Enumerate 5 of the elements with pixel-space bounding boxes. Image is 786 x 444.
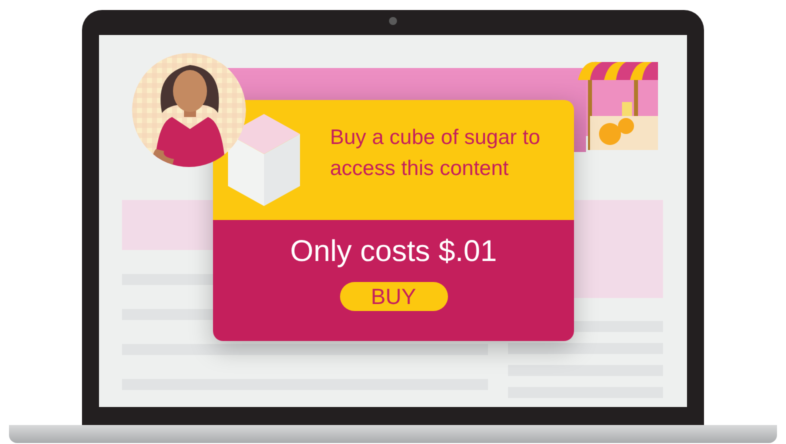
price-text: Only costs $.01 <box>290 234 497 270</box>
paywall-message: Buy a cube of sugar to access this content <box>330 125 542 182</box>
sugar-cube-icon <box>228 114 300 206</box>
buy-button[interactable]: BUY <box>340 282 448 311</box>
camera-icon <box>389 17 397 25</box>
